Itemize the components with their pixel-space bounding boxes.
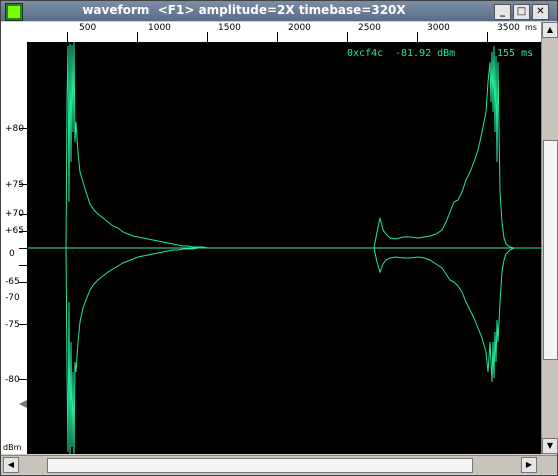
- amplitude-tick-label: +80: [5, 124, 24, 134]
- time-tick-label: 2000: [288, 23, 311, 33]
- scroll-right-arrow-icon[interactable]: ▶: [521, 457, 537, 473]
- time-tick-label: 1000: [148, 23, 171, 33]
- time-unit-label: ms: [525, 23, 537, 32]
- time-tick-label: 3500: [497, 23, 520, 33]
- readout-time: 155 ms: [497, 48, 534, 59]
- waveform-trace-right-upper: [373, 45, 541, 249]
- time-tick-label: 3000: [427, 23, 450, 33]
- amplitude-tick-label: +70: [5, 209, 24, 219]
- amplitude-tick-label: -75: [5, 320, 20, 330]
- amplitude-tick-label: 0: [9, 249, 15, 259]
- amplitude-tick-label: +75: [5, 180, 24, 190]
- vertical-scroll-thumb[interactable]: [543, 140, 558, 360]
- amplitude-ruler: +80 +75 +70 +65 0 -65 -70 -75 -80 dBm: [1, 42, 28, 454]
- maximize-button[interactable]: □: [513, 4, 530, 20]
- readout-address: 0xcf4c: [347, 48, 384, 59]
- horizontal-scrollbar[interactable]: ◀ ▶: [1, 455, 557, 474]
- cursor-marker-icon: [19, 400, 27, 408]
- scroll-left-arrow-icon[interactable]: ◀: [3, 457, 19, 473]
- waveform-trace-left-upper: [65, 42, 209, 249]
- time-tick-label: 2500: [358, 23, 381, 33]
- waveform-trace-right-lower: [373, 247, 541, 383]
- horizontal-scroll-thumb[interactable]: [47, 458, 473, 473]
- vertical-scrollbar[interactable]: ▲ ▼: [541, 22, 558, 454]
- amplitude-unit-label: dBm: [3, 443, 22, 452]
- ruler-corner: [1, 22, 28, 43]
- waveform-window: waveform <F1> amplitude=2X timebase=320X…: [0, 0, 558, 476]
- waveform-display[interactable]: 0xcf4c -81.92 dBm 155 ms: [28, 42, 541, 454]
- readout-level: -81.92 dBm: [395, 48, 456, 59]
- amplitude-tick-label: -70: [5, 293, 20, 303]
- close-button[interactable]: ✕: [532, 4, 549, 20]
- time-tick-label: 1500: [218, 23, 241, 33]
- amplitude-tick-label: +65: [5, 226, 24, 236]
- minimize-button[interactable]: _: [494, 4, 511, 20]
- window-title: waveform <F1> amplitude=2X timebase=320X: [82, 3, 406, 17]
- scroll-down-arrow-icon[interactable]: ▼: [542, 438, 558, 454]
- amplitude-tick-label: -80: [5, 375, 20, 385]
- waveform-trace-canvas: [28, 42, 541, 454]
- waveform-trace-left-lower: [65, 247, 208, 454]
- scroll-up-arrow-icon[interactable]: ▲: [542, 22, 558, 38]
- time-ruler: 500 1000 1500 2000 2500 3000 3500 ms: [27, 22, 541, 43]
- title-bar[interactable]: waveform <F1> amplitude=2X timebase=320X…: [1, 1, 557, 21]
- time-tick-label: 500: [79, 23, 97, 33]
- amplitude-tick-label: -65: [5, 277, 20, 287]
